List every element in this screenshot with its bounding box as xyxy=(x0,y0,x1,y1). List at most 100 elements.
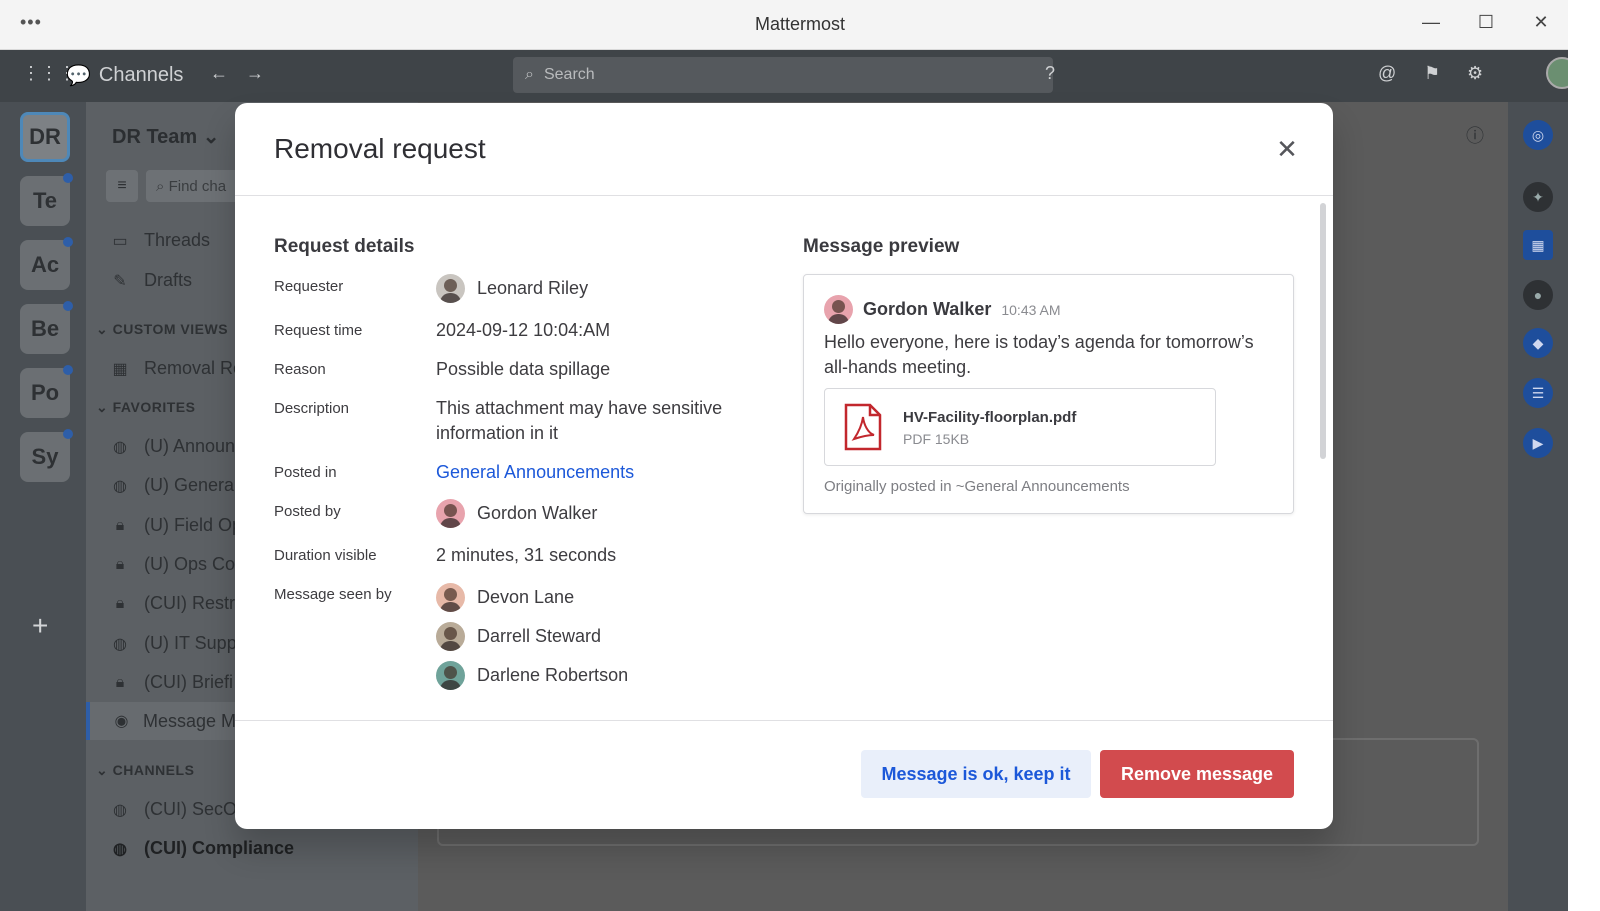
request-time-label: Request time xyxy=(274,322,363,339)
product-switcher[interactable]: 💬 Channels xyxy=(66,63,183,88)
request-time: 2024-09-12 10:04:AM xyxy=(436,320,611,340)
avatar xyxy=(436,622,465,651)
sidebar-item-label: Message M xyxy=(142,710,236,731)
keep-message-button[interactable]: Message is ok, keep it xyxy=(861,750,1091,798)
playbooks-icon[interactable]: ☰ xyxy=(1523,378,1553,408)
github-icon[interactable]: ● xyxy=(1523,280,1553,310)
close-icon[interactable]: ✕ xyxy=(1271,133,1303,165)
modal-scrollbar[interactable] xyxy=(1320,203,1326,459)
app-bar: ◎ ✦ ▦ ● ◆ ☰ ▶ xyxy=(1508,102,1568,911)
team-te[interactable]: Te xyxy=(20,173,73,226)
sidebar-item-compliance[interactable]: ◍ (CUI) Compliance xyxy=(110,838,294,859)
globe-icon: ◍ xyxy=(113,801,127,819)
seen-by-person[interactable]: Darrell Steward xyxy=(436,622,601,651)
sidebar-item-label: (CUI) Briefi xyxy=(144,672,233,692)
help-icon[interactable]: ? xyxy=(1045,63,1055,84)
settings-icon[interactable]: ⚙ xyxy=(1467,63,1483,84)
sidebar-item-label: (U) Field Op xyxy=(144,515,243,535)
unread-dot xyxy=(63,365,73,375)
avatar xyxy=(436,661,465,690)
favorites-header[interactable]: ⌄ FAVORITES xyxy=(96,399,195,416)
calendar-icon[interactable]: ▦ xyxy=(1523,230,1553,260)
sidebar-item-removal-requests[interactable]: ▦ Removal Re xyxy=(110,358,243,379)
ai-icon[interactable]: ✦ xyxy=(1523,182,1553,212)
globe-icon: ◍ xyxy=(113,477,127,495)
search-input[interactable]: ⌕ Search xyxy=(513,57,1053,93)
sidebar-item-drafts[interactable]: ✎ Drafts xyxy=(110,270,192,291)
saved-icon[interactable]: ⚑ xyxy=(1424,63,1440,84)
maximize-icon[interactable]: ☐ xyxy=(1471,12,1501,33)
unread-dot xyxy=(63,237,73,247)
team-dr[interactable]: DR xyxy=(20,112,70,162)
requester-name: Leonard Riley xyxy=(477,278,589,298)
search-icon: ⌕ xyxy=(525,66,534,83)
remove-message-button[interactable]: Remove message xyxy=(1100,750,1294,798)
sidebar-item-ops-coord[interactable]: 🔒︎ (U) Ops Coo xyxy=(110,554,245,575)
add-team-icon[interactable]: + xyxy=(32,610,48,642)
minimize-icon[interactable]: — xyxy=(1416,12,1446,33)
lock-icon: 🔒︎ xyxy=(115,516,125,534)
product-name: Channels xyxy=(98,64,184,86)
filter-icon[interactable]: ≡ xyxy=(106,170,138,202)
posted-in-link[interactable]: General Announcements xyxy=(436,460,634,485)
sidebar-item-label: (U) IT Supp xyxy=(144,633,237,653)
forward-icon[interactable]: → xyxy=(246,63,264,84)
avatar xyxy=(436,583,465,612)
back-icon[interactable]: ← xyxy=(210,63,228,84)
file-attachment[interactable]: HV-Facility-floorplan.pdf PDF 15KB xyxy=(824,388,1216,466)
sidebar-item-field-ops[interactable]: 🔒︎ (U) Field Op xyxy=(110,515,242,536)
team-ac[interactable]: Ac xyxy=(20,237,73,290)
posted-by-name: Gordon Walker xyxy=(477,503,598,523)
avatar xyxy=(436,274,465,303)
preview-timestamp: 10:43 AM xyxy=(1001,301,1061,318)
sidebar-item-announcements[interactable]: ◍ (U) Announ xyxy=(110,436,235,457)
mentions-icon[interactable]: @ xyxy=(1378,63,1396,84)
window-title: Mattermost xyxy=(754,14,846,34)
globe-icon: ◍ xyxy=(113,635,127,653)
custom-views-header[interactable]: ⌄ CUSTOM VIEWS xyxy=(96,321,228,338)
requester-label: Requester xyxy=(274,278,344,295)
sidebar-item-general[interactable]: ◍ (U) Genera xyxy=(110,475,234,496)
sidebar-item-label: (U) Genera xyxy=(144,475,235,495)
close-window-icon[interactable]: ✕ xyxy=(1526,12,1556,33)
bot-icon: ◉ xyxy=(114,713,129,730)
team-po[interactable]: Po xyxy=(20,365,73,418)
divider xyxy=(235,195,1333,196)
lock-icon: 🔒︎ xyxy=(115,594,125,612)
jira-icon[interactable]: ◆ xyxy=(1523,328,1553,358)
unread-dot xyxy=(63,173,73,183)
person-name: Darlene Robertson xyxy=(477,665,629,685)
seen-by-person[interactable]: Devon Lane xyxy=(436,583,574,612)
sidebar-item-message-monitor[interactable]: ◉ Message M xyxy=(86,702,236,740)
sidebar-item-briefings[interactable]: 🔒︎ (CUI) Briefi xyxy=(110,672,233,693)
video-call-icon[interactable]: ▶ xyxy=(1523,428,1553,458)
sidebar-item-secops[interactable]: ◍ (CUI) SecOp xyxy=(110,799,247,820)
team-sy[interactable]: Sy xyxy=(20,429,73,482)
posted-by-label: Posted by xyxy=(274,503,341,520)
unread-dot xyxy=(63,301,73,311)
globe-icon: ◍ xyxy=(113,840,127,858)
modal-title: Removal request xyxy=(274,133,486,164)
sidebar-item-label: Drafts xyxy=(144,270,193,290)
seen-by-person[interactable]: Darlene Robertson xyxy=(436,661,628,690)
team-be[interactable]: Be xyxy=(20,301,73,354)
pencil-icon: ✎ xyxy=(113,272,127,290)
info-icon[interactable]: ⓘ xyxy=(1466,122,1484,148)
sidebar-item-restricted[interactable]: 🔒︎ (CUI) Restri xyxy=(110,593,239,614)
search-placeholder: Search xyxy=(543,66,595,83)
globe-icon: ◍ xyxy=(113,438,127,456)
team-name-menu[interactable]: DR Team ⌄ xyxy=(112,124,220,149)
requester[interactable]: Leonard Riley xyxy=(436,274,588,303)
seen-by-label: Message seen by xyxy=(274,586,392,603)
pdf-file-icon xyxy=(844,403,882,451)
description: This attachment may have sensitive infor… xyxy=(436,398,723,443)
channels-header[interactable]: ⌄ CHANNELS xyxy=(96,762,194,779)
sidebar-item-threads[interactable]: ▭ Threads xyxy=(110,230,210,251)
person-name: Devon Lane xyxy=(477,587,575,607)
focalboard-icon[interactable]: ◎ xyxy=(1523,120,1553,150)
posted-by[interactable]: Gordon Walker xyxy=(436,499,597,528)
global-header: ⋮⋮⋮ 💬 Channels ← → ⌕ Search ? @ ⚑ ⚙ xyxy=(0,50,1600,102)
duration: 2 minutes, 31 seconds xyxy=(436,545,617,565)
sidebar-item-it-support[interactable]: ◍ (U) IT Supp xyxy=(110,633,237,654)
window-titlebar: ••• Mattermost — ☐ ✕ xyxy=(0,0,1600,50)
